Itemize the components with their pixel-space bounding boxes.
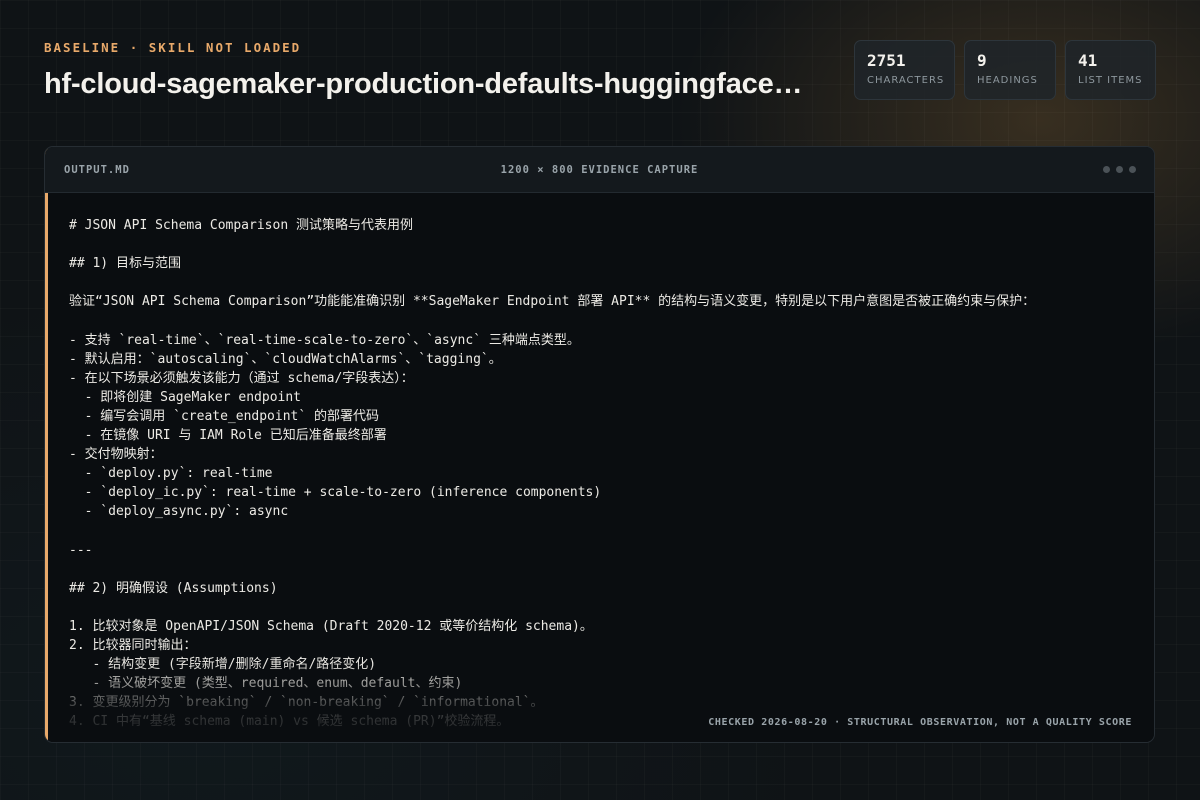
markdown-line: ## 1) 目标与范围: [69, 256, 181, 272]
markdown-line: - 支持 `real-time`、`real-time-scale-to-zer…: [69, 332, 580, 348]
stat-list-items: 41 LIST ITEMS: [1065, 40, 1156, 100]
markdown-line: - 结构变更 (字段新增/删除/重命名/路径变化): [69, 657, 377, 673]
markdown-line: - 即将创建 SageMaker endpoint: [69, 389, 302, 405]
stat-characters-value: 2751: [867, 51, 906, 70]
stat-list-items-value: 41: [1078, 51, 1098, 70]
markdown-content[interactable]: # JSON API Schema Comparison 测试策略与代表用例 #…: [69, 216, 1134, 742]
page-title: hf-cloud-sagemaker-production-defaults-h…: [44, 68, 803, 100]
markdown-line: - `deploy_async.py`: async: [69, 504, 289, 520]
markdown-line: - 在镜像 URI 与 IAM Role 已知后准备最终部署: [69, 428, 387, 444]
markdown-line: - 编写会调用 `create_endpoint` 的部署代码: [69, 408, 380, 424]
markdown-line: 验证“JSON API Schema Comparison”功能能准确识别 **…: [69, 294, 1036, 310]
markdown-line: - 语义破坏变更 (类型、required、enum、default、约束): [69, 676, 463, 692]
stat-characters-label: CHARACTERS: [867, 75, 945, 86]
dot-icon: [1103, 166, 1110, 173]
markdown-line: ---: [69, 542, 93, 558]
markdown-line: [69, 732, 1134, 742]
card-accent-bar: [45, 147, 48, 742]
dot-icon: [1116, 166, 1123, 173]
markdown-line: [69, 522, 1134, 541]
markdown-line: [69, 598, 1134, 617]
stat-characters: 2751 CHARACTERS: [854, 40, 955, 100]
markdown-line: 2. 比较器同时输出：: [69, 638, 197, 654]
stat-headings-value: 9: [977, 51, 987, 70]
markdown-line: - `deploy.py`: real-time: [69, 466, 273, 482]
capture-label: 1200 × 800 EVIDENCE CAPTURE: [500, 164, 699, 176]
markdown-line: [69, 273, 1134, 292]
markdown-line: [69, 560, 1134, 579]
markdown-line: 3. 变更级别分为 `breaking` / `non-breaking` / …: [69, 695, 544, 711]
output-card: OUTPUT.MD 1200 × 800 EVIDENCE CAPTURE # …: [44, 146, 1155, 743]
markdown-line: - 在以下场景必须触发该能力（通过 schema/字段表达）：: [69, 370, 414, 386]
check-note: CHECKED 2026-08-20 · STRUCTURAL OBSERVAT…: [708, 717, 1132, 728]
stat-headings-label: HEADINGS: [977, 75, 1038, 86]
markdown-line: ## 2) 明确假设 (Assumptions): [69, 580, 278, 596]
stats-panel: 2751 CHARACTERS 9 HEADINGS 41 LIST ITEMS: [854, 40, 1156, 100]
markdown-line: - `deploy_ic.py`: real-time + scale-to-z…: [69, 485, 602, 501]
markdown-line: - 默认启用：`autoscaling`、`cloudWatchAlarms`、…: [69, 351, 502, 367]
card-header: OUTPUT.MD 1200 × 800 EVIDENCE CAPTURE: [45, 147, 1154, 193]
dot-icon: [1129, 166, 1136, 173]
stat-list-items-label: LIST ITEMS: [1078, 75, 1143, 86]
markdown-line: [69, 311, 1134, 330]
markdown-line: - 交付物映射：: [69, 447, 163, 463]
markdown-line: 1. 比较对象是 OpenAPI/JSON Schema (Draft 2020…: [69, 618, 593, 634]
stat-headings: 9 HEADINGS: [964, 40, 1056, 100]
markdown-line: [69, 235, 1134, 254]
window-menu-dots-icon[interactable]: [1103, 166, 1136, 173]
markdown-line: # JSON API Schema Comparison 测试策略与代表用例: [69, 218, 413, 233]
baseline-eyebrow: BASELINE · SKILL NOT LOADED: [44, 40, 302, 55]
